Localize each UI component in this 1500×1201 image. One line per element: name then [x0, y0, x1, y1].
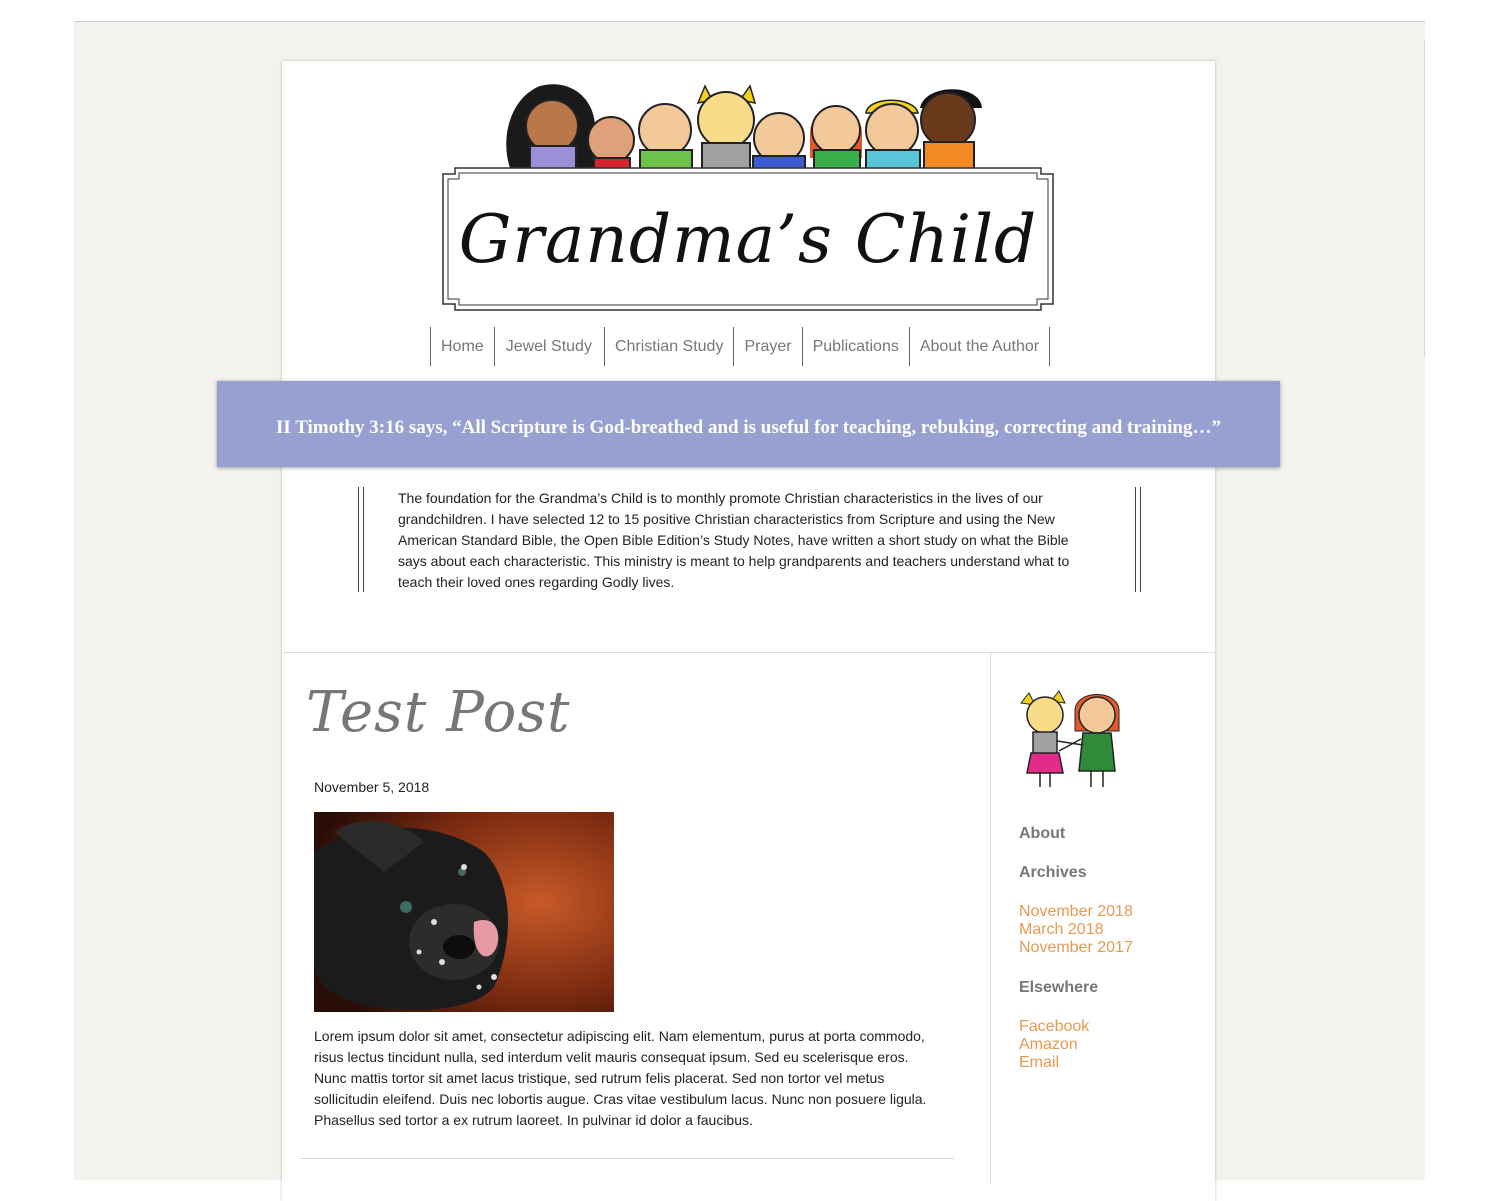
children-illustration [506, 84, 982, 173]
scripture-banner: II Timothy 3:16 says, “All Scripture is … [217, 381, 1280, 467]
sidebar-archives-heading: Archives [1019, 864, 1087, 881]
post-separator [300, 1158, 954, 1159]
nav-about-the-author[interactable]: About the Author [910, 327, 1051, 366]
sidebar-divider [990, 653, 991, 1183]
nav-prayer[interactable]: Prayer [734, 327, 803, 366]
email-link[interactable]: Email [1019, 1054, 1089, 1072]
post-dog-photo [314, 812, 614, 1012]
amazon-link[interactable]: Amazon [1019, 1036, 1089, 1054]
elsewhere-list: Facebook Amazon Email [1019, 1018, 1089, 1072]
scripture-text: II Timothy 3:16 says, “All Scripture is … [276, 417, 1221, 438]
sidebar-about-heading[interactable]: About [1019, 825, 1065, 843]
archive-link-november-2017[interactable]: November 2017 [1019, 939, 1133, 957]
background-edge-line [1424, 40, 1425, 356]
intro-text: The foundation for the Grandma’s Child i… [398, 490, 1070, 590]
nav-christian-study[interactable]: Christian Study [605, 327, 735, 366]
nav-jewel-study[interactable]: Jewel Study [495, 327, 605, 366]
post-title[interactable]: Test Post [306, 680, 571, 745]
main-nav: Home Jewel Study Christian Study Prayer … [430, 327, 1051, 366]
archive-link-november-2018[interactable]: November 2018 [1019, 903, 1133, 921]
facebook-link[interactable]: Facebook [1019, 1018, 1089, 1036]
nav-publications[interactable]: Publications [803, 327, 910, 366]
intro-right-rule [1135, 487, 1141, 592]
post-body: Lorem ipsum dolor sit amet, consectetur … [314, 1028, 927, 1128]
archives-list: November 2018 March 2018 November 2017 [1019, 903, 1133, 957]
archive-link-march-2018[interactable]: March 2018 [1019, 921, 1133, 939]
site-title[interactable]: Grandma’s Child [441, 166, 1055, 312]
two-girls-illustration [1020, 690, 1120, 787]
sidebar-elsewhere-heading: Elsewhere [1019, 979, 1099, 996]
nav-home[interactable]: Home [431, 327, 495, 366]
post-date: November 5, 2018 [314, 779, 430, 795]
content-divider [283, 652, 1215, 653]
intro-left-rule [358, 487, 364, 592]
